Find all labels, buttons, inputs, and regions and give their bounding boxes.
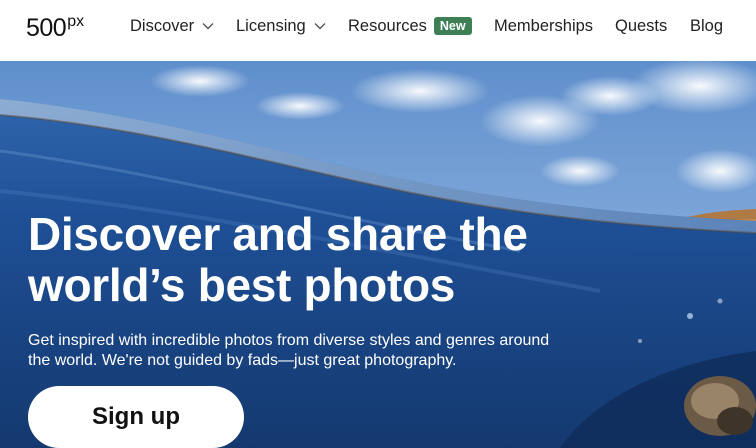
hero-subtext-line2: the world. We're not guided by fads—just… [28,352,457,369]
logo-main-text: 500 [26,14,67,42]
nav-discover-label: Discover [130,16,195,35]
nav-licensing[interactable]: Licensing [236,15,326,37]
sign-up-button[interactable]: Sign up [28,386,244,448]
chevron-down-icon [314,23,326,30]
hero-section: Discover and share the world’s best phot… [0,61,756,448]
hero-subtext: Get inspired with incredible photos from… [28,331,588,371]
chevron-down-icon [202,23,214,30]
top-navigation: 500 px Discover Licensing Resources New … [0,0,756,61]
hero-headline-line2: world’s best photos [28,259,456,311]
new-badge: New [433,17,472,35]
nav-quests-label: Quests [615,16,668,35]
nav-licensing-label: Licensing [236,16,306,35]
hero-headline: Discover and share the world’s best phot… [28,209,668,311]
nav-resources-label: Resources [348,16,427,35]
nav-memberships-label: Memberships [494,16,594,35]
logo-500px[interactable]: 500 px [26,6,84,46]
hero-subtext-line1: Get inspired with incredible photos from… [28,332,550,349]
nav-blog-label: Blog [690,16,724,35]
nav-quests[interactable]: Quests [615,15,667,37]
logo-sup-text: px [67,13,85,30]
hero-headline-line1: Discover and share the [28,208,528,260]
nav-discover[interactable]: Discover [130,15,214,37]
nav-blog[interactable]: Blog [690,15,723,37]
nav-memberships[interactable]: Memberships [494,15,593,37]
nav-resources[interactable]: Resources New [348,15,472,37]
